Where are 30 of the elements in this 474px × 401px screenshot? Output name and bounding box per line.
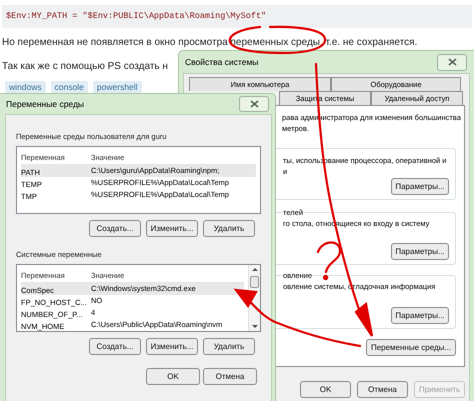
scroll-down-icon[interactable]: [252, 325, 258, 328]
button[interactable]: Параметры...: [391, 178, 449, 195]
close-button[interactable]: [437, 54, 467, 70]
button[interactable]: Отмена: [357, 381, 408, 398]
button[interactable]: Отмена: [203, 368, 257, 385]
button[interactable]: Параметры...: [391, 243, 449, 260]
paragraph: Но переменная не появляется в окно просмотра переменных среды, т.е. не сохраняется.: [2, 37, 418, 49]
scroll-up-icon[interactable]: [252, 268, 258, 271]
button[interactable]: Удалить: [203, 220, 255, 237]
tag-link[interactable]: windows: [5, 81, 46, 93]
button[interactable]: Переменные среды...: [366, 339, 456, 356]
tag-link[interactable]: powershell: [92, 81, 142, 93]
question-mark-drawing: [316, 241, 342, 280]
tag-link[interactable]: console: [50, 81, 88, 93]
paragraph: Так как же с помощью PS создать н: [2, 61, 168, 73]
window-title: Переменные среды: [6, 98, 84, 110]
close-icon: [250, 100, 258, 108]
button[interactable]: Изменить...: [146, 220, 198, 237]
button[interactable]: OK: [300, 381, 351, 398]
code-line: $Env:MY_PATH = "$Env:PUBLIC\AppData\Roaming\MySoft": [6, 10, 266, 23]
close-icon: [448, 58, 456, 66]
button[interactable]: Параметры...: [391, 307, 449, 324]
button[interactable]: Создать...: [89, 338, 141, 355]
button[interactable]: OK: [146, 368, 200, 385]
window-title: Свойства системы: [185, 56, 258, 68]
close-button[interactable]: [239, 96, 269, 112]
scroll-thumb[interactable]: [250, 276, 259, 288]
button[interactable]: Изменить...: [146, 338, 198, 355]
button[interactable]: Удалить: [203, 338, 255, 355]
button[interactable]: Создать...: [89, 220, 141, 237]
